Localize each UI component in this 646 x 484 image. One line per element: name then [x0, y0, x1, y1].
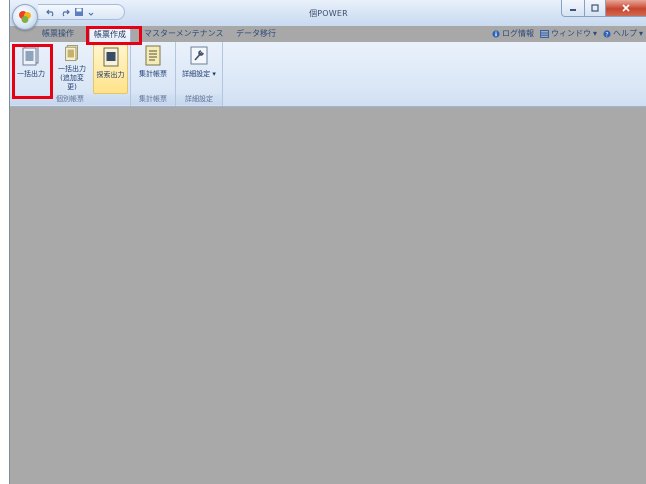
highlight-box-bulk-output: [12, 44, 53, 99]
detail-settings-button[interactable]: 詳細設定 ▾: [180, 44, 218, 92]
bulk-output-add-change-button[interactable]: 一括出力 (追加変更): [56, 44, 88, 92]
minimize-icon: [570, 9, 576, 11]
search-output-button[interactable]: 探索出力: [93, 44, 128, 94]
window-title: 個POWER: [309, 9, 348, 18]
application-menu-button[interactable]: [12, 4, 38, 30]
report-sheet-icon: [145, 45, 161, 66]
group-summary-reports: 集計帳票 集計帳票: [131, 42, 176, 106]
document-stack-edit-icon: [65, 45, 78, 62]
help-menu[interactable]: ? ヘルプ ▾: [603, 28, 643, 39]
help-icon: ?: [603, 29, 611, 38]
log-info-menu[interactable]: ログ情報: [492, 28, 534, 39]
maximize-button[interactable]: [585, 0, 606, 17]
app-logo-icon: [19, 11, 31, 23]
help-menu-label: ヘルプ: [612, 29, 637, 38]
document-list-icon: [103, 47, 118, 67]
svg-text:?: ?: [605, 31, 608, 38]
title-bar: 個POWER: [10, 0, 646, 30]
workspace-area: [10, 107, 646, 484]
minimize-button[interactable]: [561, 0, 585, 17]
tab-data-migration[interactable]: データ移行: [232, 27, 280, 41]
settings-wrench-icon: [190, 46, 208, 65]
top-right-menu: ログ情報 ウィンドウ ▾ ? ヘルプ ▾: [492, 28, 643, 39]
group-label-summary: 集計帳票: [131, 94, 175, 105]
window-icon: [539, 29, 549, 38]
summary-report-button[interactable]: 集計帳票: [137, 44, 169, 92]
app-window: 個POWER 帳票操作 帳票作成 マスターメンテナンス データ移行 ログ情報 ウ…: [9, 0, 646, 484]
close-icon: [622, 4, 630, 12]
maximize-icon: [591, 4, 599, 12]
highlight-box-tab: [86, 26, 142, 45]
window-menu-label: ウィンドウ: [550, 29, 591, 38]
tab-master-maintenance[interactable]: マスターメンテナンス: [140, 27, 228, 41]
window-controls: [561, 0, 646, 17]
ribbon: 一括出力 一括出力 (追加変更) 探索出力 個別帳票 集計帳票 集計帳票 詳細設…: [10, 42, 646, 107]
chevron-down-icon: ▾: [592, 29, 597, 38]
info-icon: [492, 29, 500, 38]
tab-report-operations[interactable]: 帳票操作: [38, 27, 78, 41]
chevron-down-icon: ▾: [638, 29, 643, 38]
group-label-detail: 詳細設定: [176, 94, 222, 105]
close-button[interactable]: [606, 0, 646, 17]
group-detail-settings: 詳細設定 ▾ 詳細設定: [176, 42, 223, 106]
window-menu[interactable]: ウィンドウ ▾: [539, 28, 597, 39]
log-info-label: ログ情報: [501, 29, 534, 38]
